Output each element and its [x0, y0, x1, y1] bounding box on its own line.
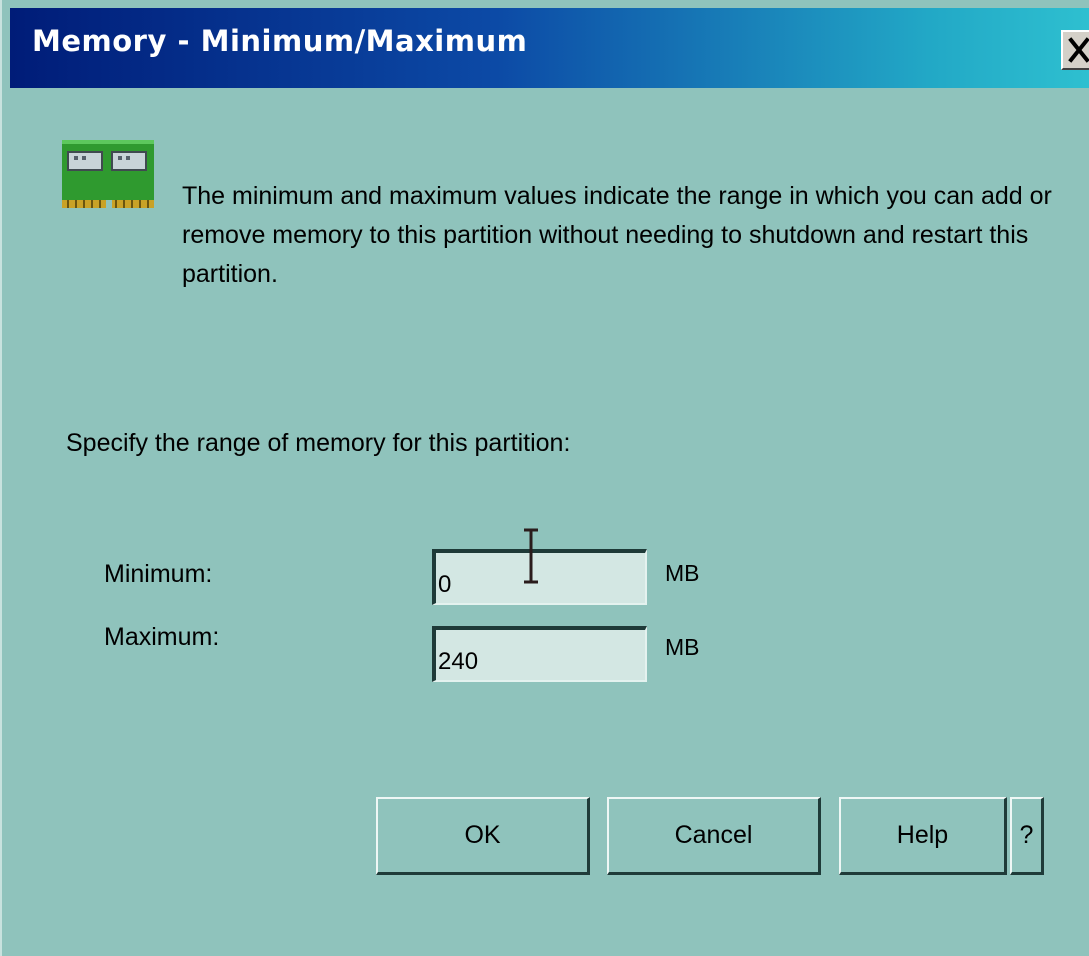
context-help-button[interactable]: ? [1010, 797, 1044, 875]
memory-module-icon [62, 140, 154, 208]
title-bar[interactable]: Memory - Minimum/Maximum [10, 8, 1089, 88]
dialog-title: Memory - Minimum/Maximum [32, 24, 528, 58]
maximum-input[interactable] [432, 626, 647, 682]
maximum-label: Maximum: [104, 623, 220, 651]
ok-button[interactable]: OK [376, 797, 590, 875]
cancel-button[interactable]: Cancel [607, 797, 821, 875]
help-button[interactable]: Help [839, 797, 1007, 875]
text-cursor-icon [524, 528, 538, 584]
close-button[interactable] [1061, 30, 1089, 70]
close-icon [1068, 37, 1089, 63]
maximum-unit: MB [665, 634, 700, 660]
description-text: The minimum and maximum values indicate … [182, 182, 1052, 288]
memory-range-dialog: Memory - Minimum/Maximum The minimum and… [0, 0, 1089, 956]
minimum-unit: MB [665, 560, 700, 586]
minimum-label: Minimum: [104, 560, 213, 588]
range-prompt: Specify the range of memory for this par… [66, 429, 571, 457]
